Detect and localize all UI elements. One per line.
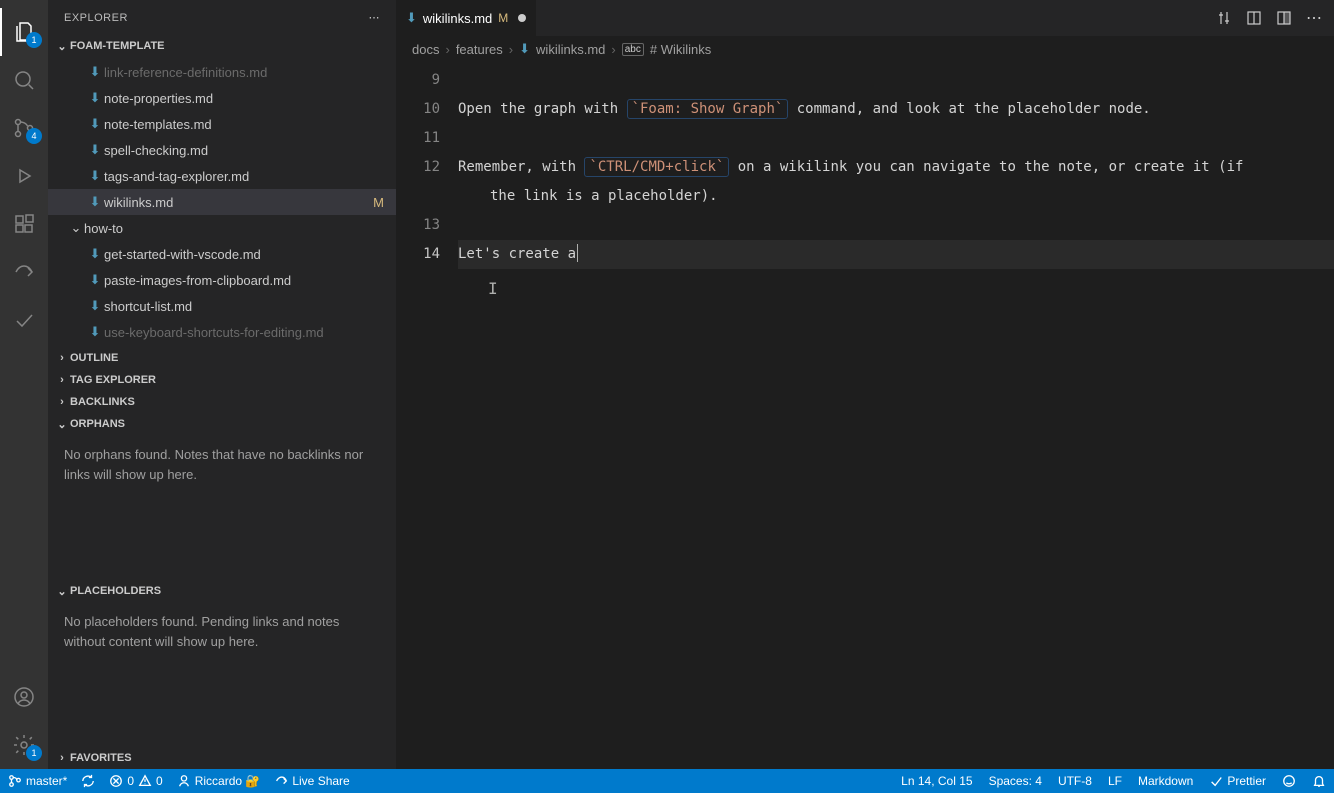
symbol-icon: abc: [622, 43, 644, 56]
tab-filename: wikilinks.md: [423, 11, 492, 26]
file-tree: ⬇link-reference-definitions.md ⬇note-pro…: [48, 57, 396, 347]
status-feedback-icon[interactable]: [1282, 774, 1296, 788]
sidebar-title: EXPLORER ⋯: [48, 0, 396, 35]
status-spaces[interactable]: Spaces: 4: [989, 774, 1042, 788]
breadcrumb-item[interactable]: docs: [412, 42, 439, 57]
status-bell-icon[interactable]: [1312, 774, 1326, 788]
markdown-icon: ⬇: [86, 298, 104, 314]
status-prettier[interactable]: Prettier: [1209, 774, 1266, 788]
markdown-icon: ⬇: [406, 10, 417, 26]
project-header[interactable]: ⌄ FOAM-TEMPLATE: [48, 35, 396, 57]
status-branch[interactable]: master*: [8, 774, 67, 788]
folder-row[interactable]: ⌄how-to: [48, 215, 396, 241]
chevron-right-icon: ›: [54, 752, 70, 764]
status-liveshare[interactable]: Live Share: [274, 774, 349, 788]
orphans-header[interactable]: ⌄ORPHANS: [48, 413, 396, 435]
activity-account[interactable]: [0, 673, 48, 721]
dirty-indicator-icon: [518, 14, 526, 22]
tab-active[interactable]: ⬇ wikilinks.md M: [396, 0, 537, 36]
tab-bar: ⬇ wikilinks.md M ⋯: [396, 0, 1334, 36]
sidebar: EXPLORER ⋯ ⌄ FOAM-TEMPLATE ⬇link-referen…: [48, 0, 396, 769]
chevron-down-icon: ⌄: [54, 585, 70, 598]
backlinks-header[interactable]: ›BACKLINKS: [48, 391, 396, 413]
markdown-icon: ⬇: [86, 116, 104, 132]
file-row[interactable]: ⬇tags-and-tag-explorer.md: [48, 163, 396, 189]
markdown-icon: ⬇: [86, 246, 104, 262]
status-user[interactable]: Riccardo 🔐: [177, 774, 261, 788]
chevron-right-icon: ›: [54, 352, 70, 364]
file-row[interactable]: ⬇note-properties.md: [48, 85, 396, 111]
placeholders-body: No placeholders found. Pending links and…: [48, 602, 396, 661]
tab-modified-badge: M: [498, 11, 508, 25]
file-row[interactable]: ⬇use-keyboard-shortcuts-for-editing.md: [48, 319, 396, 345]
modified-badge: M: [373, 195, 384, 210]
explorer-badge: 1: [26, 32, 42, 48]
chevron-down-icon: ⌄: [54, 40, 70, 53]
status-encoding[interactable]: UTF-8: [1058, 774, 1092, 788]
activity-scm[interactable]: 4: [0, 104, 48, 152]
breadcrumb-item[interactable]: wikilinks.md: [536, 42, 605, 57]
markdown-icon: ⬇: [86, 142, 104, 158]
markdown-icon: ⬇: [519, 41, 530, 57]
status-bar: master* 0 0 Riccardo 🔐 Live Share Ln 14,…: [0, 769, 1334, 793]
split-preview-icon[interactable]: [1246, 10, 1262, 26]
markdown-icon: ⬇: [86, 194, 104, 210]
chevron-right-icon: ›: [54, 396, 70, 408]
file-row[interactable]: ⬇shortcut-list.md: [48, 293, 396, 319]
file-row[interactable]: ⬇spell-checking.md: [48, 137, 396, 163]
tag-explorer-header[interactable]: ›TAG EXPLORER: [48, 369, 396, 391]
file-row[interactable]: ⬇link-reference-definitions.md: [48, 59, 396, 85]
orphans-body: No orphans found. Notes that have no bac…: [48, 435, 396, 494]
activity-extensions[interactable]: [0, 200, 48, 248]
chevron-down-icon: ⌄: [68, 220, 84, 236]
markdown-icon: ⬇: [86, 324, 104, 340]
split-editor-icon[interactable]: [1276, 10, 1292, 26]
editor-pane: ⬇ wikilinks.md M ⋯ docs › features › ⬇ w…: [396, 0, 1334, 769]
text-cursor: [577, 244, 578, 262]
inline-code: `Foam: Show Graph`: [627, 99, 789, 119]
code-area[interactable]: Open the graph with `Foam: Show Graph` c…: [458, 62, 1334, 769]
markdown-icon: ⬇: [86, 90, 104, 106]
scm-badge: 4: [26, 128, 42, 144]
chevron-right-icon: ›: [509, 42, 513, 57]
activity-settings[interactable]: 1: [0, 721, 48, 769]
file-row[interactable]: ⬇get-started-with-vscode.md: [48, 241, 396, 267]
outline-header[interactable]: ›OUTLINE: [48, 347, 396, 369]
status-position[interactable]: Ln 14, Col 15: [901, 774, 972, 788]
activity-share[interactable]: [0, 248, 48, 296]
activity-explorer[interactable]: 1: [0, 8, 48, 56]
activity-bar: 1 4 1: [0, 0, 48, 769]
activity-check[interactable]: [0, 296, 48, 344]
status-errors[interactable]: 0 0: [109, 774, 162, 788]
sidebar-more-icon[interactable]: ⋯: [369, 11, 381, 24]
file-row-active[interactable]: ⬇wikilinks.mdM: [48, 189, 396, 215]
status-language[interactable]: Markdown: [1138, 774, 1193, 788]
markdown-icon: ⬇: [86, 64, 104, 80]
settings-badge: 1: [26, 745, 42, 761]
chevron-right-icon: ›: [54, 374, 70, 386]
placeholders-header[interactable]: ⌄PLACEHOLDERS: [48, 580, 396, 602]
editor-body[interactable]: 9 10 11 12 13 14 Open the graph with `Fo…: [396, 62, 1334, 769]
favorites-header[interactable]: ›FAVORITES: [48, 747, 396, 769]
chevron-right-icon: ›: [445, 42, 449, 57]
inline-code: `CTRL/CMD+click`: [584, 157, 729, 177]
activity-search[interactable]: [0, 56, 48, 104]
line-gutter: 9 10 11 12 13 14: [396, 62, 458, 769]
breadcrumb-item[interactable]: features: [456, 42, 503, 57]
status-eol[interactable]: LF: [1108, 774, 1122, 788]
markdown-icon: ⬇: [86, 168, 104, 184]
file-row[interactable]: ⬇paste-images-from-clipboard.md: [48, 267, 396, 293]
breadcrumb-item[interactable]: # Wikilinks: [650, 42, 711, 57]
compare-changes-icon[interactable]: [1216, 10, 1232, 26]
ibeam-cursor-icon: I: [488, 274, 498, 303]
markdown-icon: ⬇: [86, 272, 104, 288]
file-row[interactable]: ⬇note-templates.md: [48, 111, 396, 137]
activity-debug[interactable]: [0, 152, 48, 200]
breadcrumbs[interactable]: docs › features › ⬇ wikilinks.md › abc #…: [396, 36, 1334, 62]
chevron-right-icon: ›: [611, 42, 615, 57]
status-sync[interactable]: [81, 774, 95, 788]
more-actions-icon[interactable]: ⋯: [1306, 8, 1322, 28]
chevron-down-icon: ⌄: [54, 418, 70, 431]
